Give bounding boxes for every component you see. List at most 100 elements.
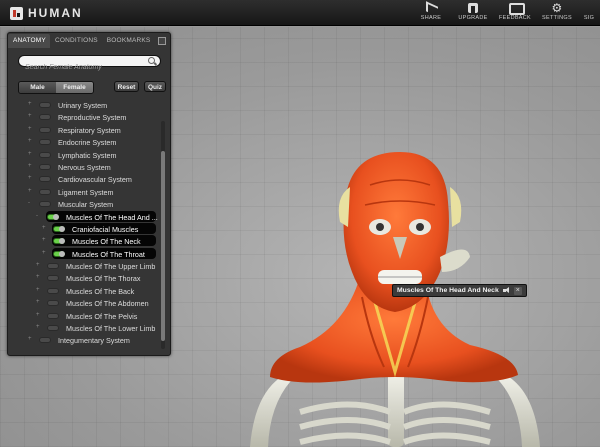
visibility-toggle[interactable] [53,238,65,245]
signin-button[interactable]: SIG [578,2,600,21]
visibility-toggle[interactable] [39,188,51,195]
panel-collapse-icon[interactable] [158,37,166,45]
tree-item-label: Muscles Of The Abdomen [66,299,149,309]
visibility-toggle[interactable] [47,287,59,294]
tree-item-label: Craniofacial Muscles [72,224,139,234]
expand-icon[interactable]: + [36,324,40,330]
panel-scrollbar[interactable] [161,121,165,349]
tree-item[interactable]: + Respiratory System [8,124,160,136]
feedback-icon [508,2,525,15]
visibility-toggle[interactable] [39,126,51,133]
expand-icon[interactable]: + [42,237,46,243]
tree-item[interactable]: + Craniofacial Muscles [8,222,160,235]
tab-conditions[interactable]: CONDITIONS [50,34,102,48]
visibility-toggle[interactable] [39,102,51,108]
anatomy-panel: ANATOMY CONDITIONS BOOKMARKS Male Female… [7,32,171,356]
expand-icon[interactable]: + [36,287,40,293]
share-label: SHARE [420,15,442,21]
tree-item-label: Muscles Of The Lower Limb [66,324,156,334]
visibility-toggle[interactable] [39,114,51,121]
visibility-toggle[interactable] [39,201,51,208]
expand-icon[interactable]: + [28,138,32,144]
expand-icon[interactable]: + [28,101,32,107]
gender-switch: Male Female [18,81,94,94]
tree-item[interactable]: + Muscles Of The Pelvis [8,310,160,322]
tree-item-label: Lymphatic System [58,150,117,160]
tree-item[interactable]: + Nervous System [8,161,160,173]
visibility-toggle[interactable] [39,139,51,146]
search-input[interactable] [19,62,139,73]
visibility-toggle[interactable] [47,300,59,307]
tree-item[interactable]: + Muscles Of The Abdomen [8,297,160,309]
logo-text: HUMAN [28,6,83,20]
tree-item[interactable]: + Endocrine System [8,136,160,148]
visibility-toggle[interactable] [39,337,51,344]
reset-button[interactable]: Reset [114,81,139,92]
tree-item[interactable]: + Muscles Of The Neck [8,235,160,247]
scrollbar-thumb[interactable] [161,151,165,341]
upgrade-icon [466,2,480,14]
tree-item[interactable]: + Muscles Of The Thorax [8,272,160,284]
tree-item[interactable]: + Muscles Of The Throat [8,247,160,260]
visibility-toggle[interactable] [53,250,65,257]
visibility-toggle[interactable] [47,275,59,282]
tree-item[interactable]: + Cardiovascular System [8,173,160,185]
close-icon[interactable]: × [513,286,522,295]
settings-button[interactable]: ⚙ SETTINGS [536,2,578,21]
upgrade-button[interactable]: UPGRADE [452,2,494,21]
tree-item[interactable]: + Reproductive System [8,111,160,123]
visibility-toggle[interactable] [39,151,51,158]
share-button[interactable]: SHARE [410,2,452,21]
feedback-button[interactable]: FEEDBACK [494,2,536,21]
model-label-text: Muscles Of The Head And Neck [397,287,499,294]
visibility-toggle[interactable] [39,176,51,183]
share-icon [424,2,438,14]
expand-icon[interactable]: + [28,113,32,119]
tree-item[interactable]: + Muscles Of The Back [8,285,160,297]
tree-item[interactable]: + Muscles Of The Lower Limb [8,322,160,334]
male-button[interactable]: Male [19,82,56,93]
tree-item[interactable]: + Urinary System [8,99,160,111]
expand-icon[interactable]: + [36,299,40,305]
expand-icon[interactable]: + [36,274,40,280]
expand-icon[interactable]: + [28,336,32,342]
expand-icon[interactable]: + [42,225,46,231]
tab-bookmarks[interactable]: BOOKMARKS [102,34,155,48]
visibility-toggle[interactable] [47,263,59,270]
panel-tabs: ANATOMY CONDITIONS BOOKMARKS [8,34,170,48]
expand-icon[interactable]: + [36,312,40,318]
tree-item[interactable]: - Muscles Of The Head And ... [8,210,160,223]
collapse-icon[interactable]: - [28,200,30,206]
tab-anatomy[interactable]: ANATOMY [8,34,50,48]
tree-item[interactable]: + Muscles Of The Upper Limb [8,260,160,272]
visibility-toggle[interactable] [53,225,65,232]
model-label[interactable]: Muscles Of The Head And Neck × [392,284,527,297]
tree-item-label: Muscles Of The Pelvis [66,311,138,321]
expand-icon[interactable]: + [28,163,32,169]
tree-item-label: Muscles Of The Throat [72,249,145,259]
search-icon[interactable] [148,57,155,64]
tree-item[interactable]: + Integumentary System [8,334,160,346]
expand-icon[interactable]: + [28,126,32,132]
tree-item-label: Respiratory System [58,125,121,135]
expand-icon[interactable]: + [36,262,40,268]
speaker-icon[interactable] [502,287,510,294]
expand-icon[interactable]: + [28,175,32,181]
visibility-toggle[interactable] [39,163,51,170]
visibility-toggle[interactable] [47,325,59,332]
quiz-button[interactable]: Quiz [144,81,166,92]
female-button[interactable]: Female [56,82,93,93]
top-bar: HUMAN SHARE UPGRADE FEEDBACK ⚙ SETTINGS … [0,0,600,26]
visibility-toggle[interactable] [47,312,59,319]
tree-item[interactable]: + Ligament System [8,186,160,198]
expand-icon[interactable]: + [28,188,32,194]
collapse-icon[interactable]: - [36,213,38,219]
tree-item[interactable]: - Muscular System [8,198,160,210]
tree-item-label: Muscles Of The Upper Limb [66,262,156,272]
expand-icon[interactable]: + [42,250,46,256]
expand-icon[interactable]: + [28,151,32,157]
visibility-toggle[interactable] [47,213,59,220]
app-logo[interactable]: HUMAN [10,6,83,20]
tree-item[interactable]: + Lymphatic System [8,149,160,161]
search-box [18,55,161,73]
